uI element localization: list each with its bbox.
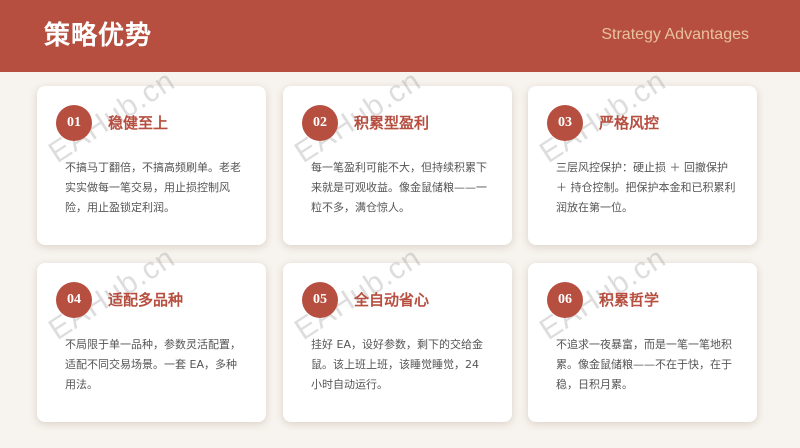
page-subtitle: Strategy Advantages [601,26,749,43]
advantage-card-2: EAHub.cn 02 积累型盈利 每一笔盈利可能不大，但持续积累下来就是可观收… [283,64,512,245]
card-number-badge: 04 [56,282,92,318]
card-title: 适配多品种 [108,291,184,309]
header-bar: 策略优势 Strategy Advantages [0,0,800,72]
card-title: 严格风控 [599,114,660,132]
advantage-card-4: EAHub.cn 04 适配多品种 不局限于单一品种，参数灵活配置，适配不同交易… [37,241,266,422]
advantage-card-6: EAHub.cn 06 积累哲学 不追求一夜暴富，而是一笔一笔地积累。像金鼠储粮… [528,241,757,422]
card-title: 积累哲学 [599,291,660,309]
card-title: 积累型盈利 [354,114,430,132]
card-number-badge: 01 [56,105,92,141]
card-number-badge: 02 [302,105,338,141]
advantage-card-1: EAHub.cn 01 稳健至上 不搞马丁翻倍，不搞高频刷单。老老实实做每一笔交… [37,64,266,245]
card-number-badge: 05 [302,282,338,318]
card-number-badge: 06 [547,282,583,318]
advantage-card-3: EAHub.cn 03 严格风控 三层风控保护：硬止损 ＋ 回撤保护 ＋ 持仓控… [528,64,757,245]
card-description: 三层风控保护：硬止损 ＋ 回撤保护 ＋ 持仓控制。把保护本金和已积累利润放在第一… [556,161,736,214]
card-title: 全自动省心 [354,291,430,309]
card-number-badge: 03 [547,105,583,141]
card-description: 挂好 EA，设好参数，剩下的交给金鼠。该上班上班，该睡觉睡觉，24 小时自动运行… [311,338,483,391]
card-description: 不追求一夜暴富，而是一笔一笔地积累。像金鼠储粮——不在于快，在于稳，日积月累。 [556,338,732,391]
card-title: 稳健至上 [108,114,169,132]
card-description: 每一笔盈利可能不大，但持续积累下来就是可观收益。像金鼠储粮——一粒不多，满仓惊人… [311,161,487,214]
card-description: 不局限于单一品种，参数灵活配置，适配不同交易场景。一套 EA，多种用法。 [65,338,241,391]
card-description: 不搞马丁翻倍，不搞高频刷单。老老实实做每一笔交易，用止损控制风险，用止盈锁定利润… [65,161,241,214]
advantage-card-5: EAHub.cn 05 全自动省心 挂好 EA，设好参数，剩下的交给金鼠。该上班… [283,241,512,422]
page-title: 策略优势 [44,21,153,51]
